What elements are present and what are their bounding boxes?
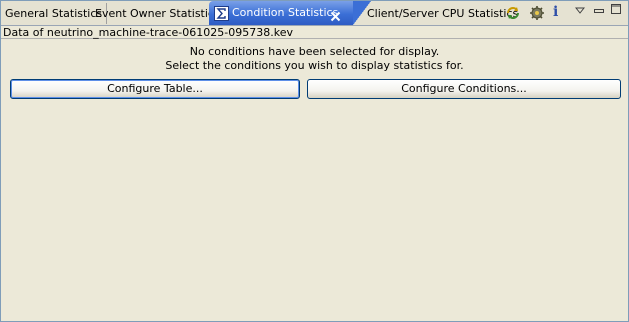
- configure-conditions-button[interactable]: Configure Conditions...: [307, 79, 621, 99]
- empty-state-message: No conditions have been selected for dis…: [1, 45, 628, 73]
- tab-label: Condition Statistics: [232, 6, 339, 19]
- message-line-2: Select the conditions you wish to displa…: [165, 59, 464, 72]
- minimize-icon[interactable]: [594, 5, 604, 18]
- info-icon[interactable]: i: [553, 4, 558, 20]
- close-icon[interactable]: [330, 7, 341, 22]
- tab-client-server-cpu-statistics[interactable]: Client/Server CPU Statistics: [363, 3, 522, 24]
- tab-label: Event Owner Statistics: [95, 7, 220, 20]
- tab-event-owner-statistics[interactable]: Event Owner Statistics: [91, 3, 224, 24]
- tab-label: General Statistics: [5, 7, 103, 20]
- tab-bar: General Statistics Event Owner Statistic…: [1, 1, 628, 26]
- view-menu-icon[interactable]: [574, 5, 586, 18]
- configure-table-button[interactable]: Configure Table...: [10, 79, 300, 99]
- condition-statistics-view: General Statistics Event Owner Statistic…: [0, 0, 629, 322]
- refresh-icon[interactable]: [505, 5, 521, 24]
- message-line-1: No conditions have been selected for dis…: [189, 45, 440, 58]
- maximize-icon[interactable]: [611, 4, 621, 17]
- tab-label: Client/Server CPU Statistics: [367, 7, 519, 20]
- tab-condition-statistics[interactable]: Condition Statistics: [209, 1, 371, 25]
- sigma-icon: [214, 6, 229, 21]
- gear-icon[interactable]: [529, 5, 545, 24]
- data-source-label: Data of neutrino_machine-trace-061025-09…: [1, 26, 628, 39]
